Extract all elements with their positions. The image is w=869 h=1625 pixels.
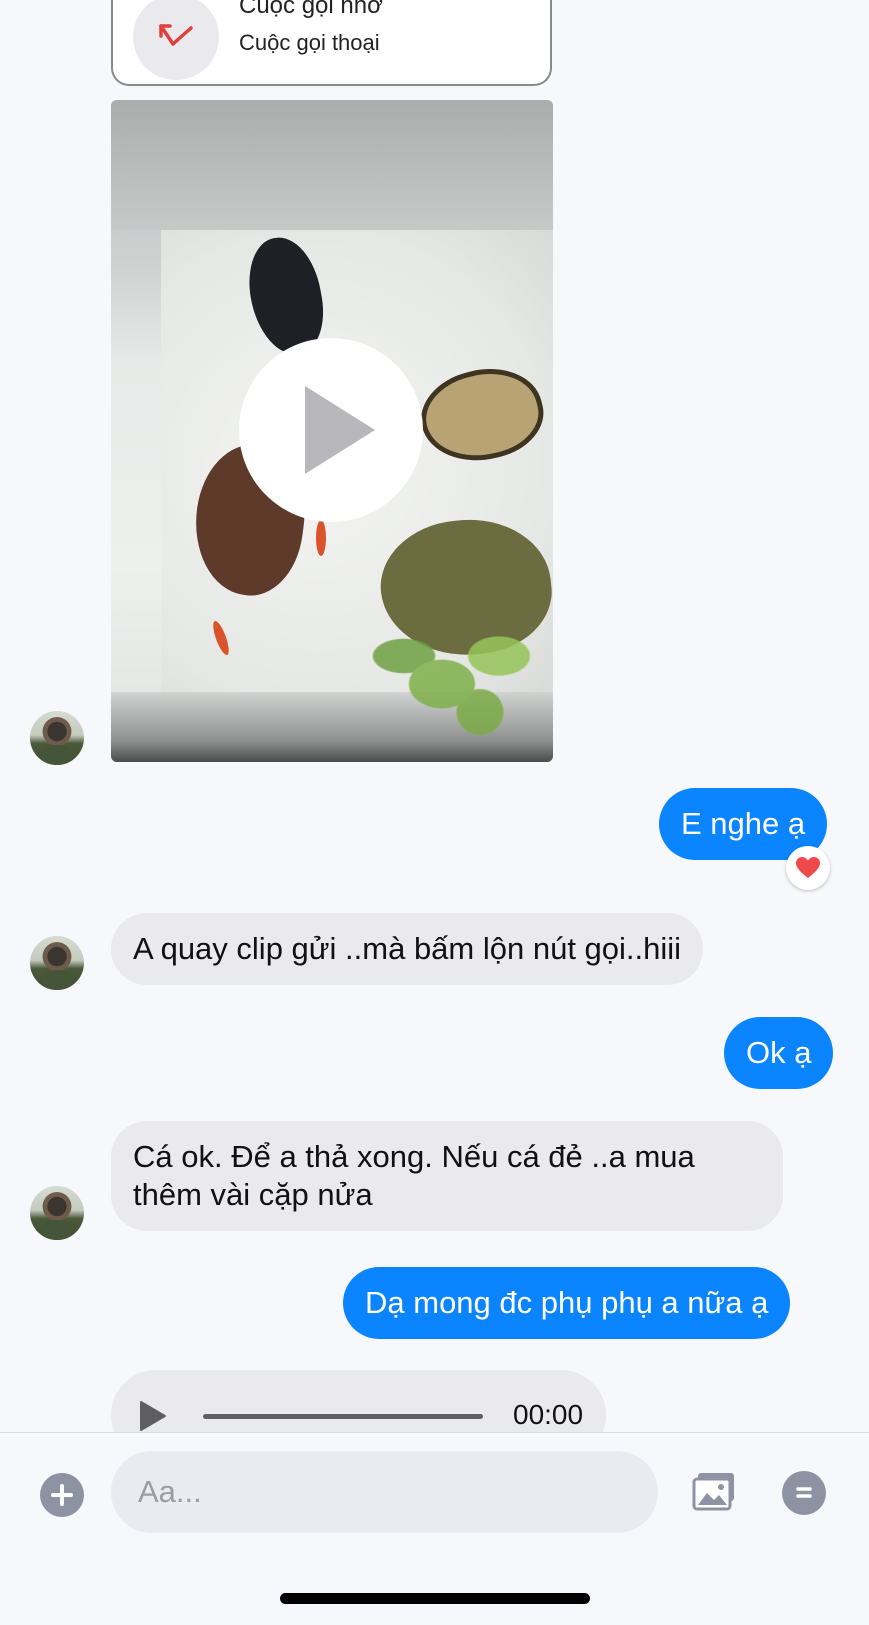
video-play-button[interactable] xyxy=(239,338,423,522)
missed-call-title: Cuộc gọi nhỡ xyxy=(239,0,383,19)
message-bubble-incoming[interactable]: A quay clip gửi ..mà bấm lộn nút gọi..hi… xyxy=(111,913,704,985)
avatar[interactable] xyxy=(30,711,84,765)
play-icon xyxy=(305,386,375,474)
video-message[interactable] xyxy=(111,100,553,762)
audio-progress-track[interactable] xyxy=(203,1414,483,1419)
plus-icon xyxy=(51,1484,73,1506)
avatar[interactable] xyxy=(30,1186,84,1240)
missed-call-card[interactable]: Cuộc gọi nhỡ Cuộc gọi thoại xyxy=(111,0,552,86)
composer-bar xyxy=(0,1432,869,1625)
sticker-button[interactable] xyxy=(782,1471,826,1515)
plus-button[interactable] xyxy=(40,1473,84,1517)
message-input[interactable] xyxy=(111,1451,658,1533)
missed-call-icon xyxy=(133,0,219,80)
audio-play-icon[interactable] xyxy=(139,1400,167,1432)
audio-time: 00:00 xyxy=(513,1399,584,1430)
avatar[interactable] xyxy=(30,936,84,990)
heart-reaction-icon[interactable] xyxy=(786,846,830,890)
sticker-icon xyxy=(796,1487,812,1498)
home-indicator xyxy=(280,1593,590,1604)
message-bubble-incoming[interactable]: Cá ok. Để a thả xong. Nếu cá đẻ ..a mua … xyxy=(111,1121,783,1231)
gallery-icon[interactable] xyxy=(692,1471,736,1511)
message-bubble-outgoing[interactable]: Dạ mong đc phụ phụ a nữa ạ xyxy=(343,1267,791,1339)
message-bubble-outgoing[interactable]: Ok ạ xyxy=(724,1017,834,1089)
missed-call-subtitle: Cuộc gọi thoại xyxy=(239,30,380,55)
